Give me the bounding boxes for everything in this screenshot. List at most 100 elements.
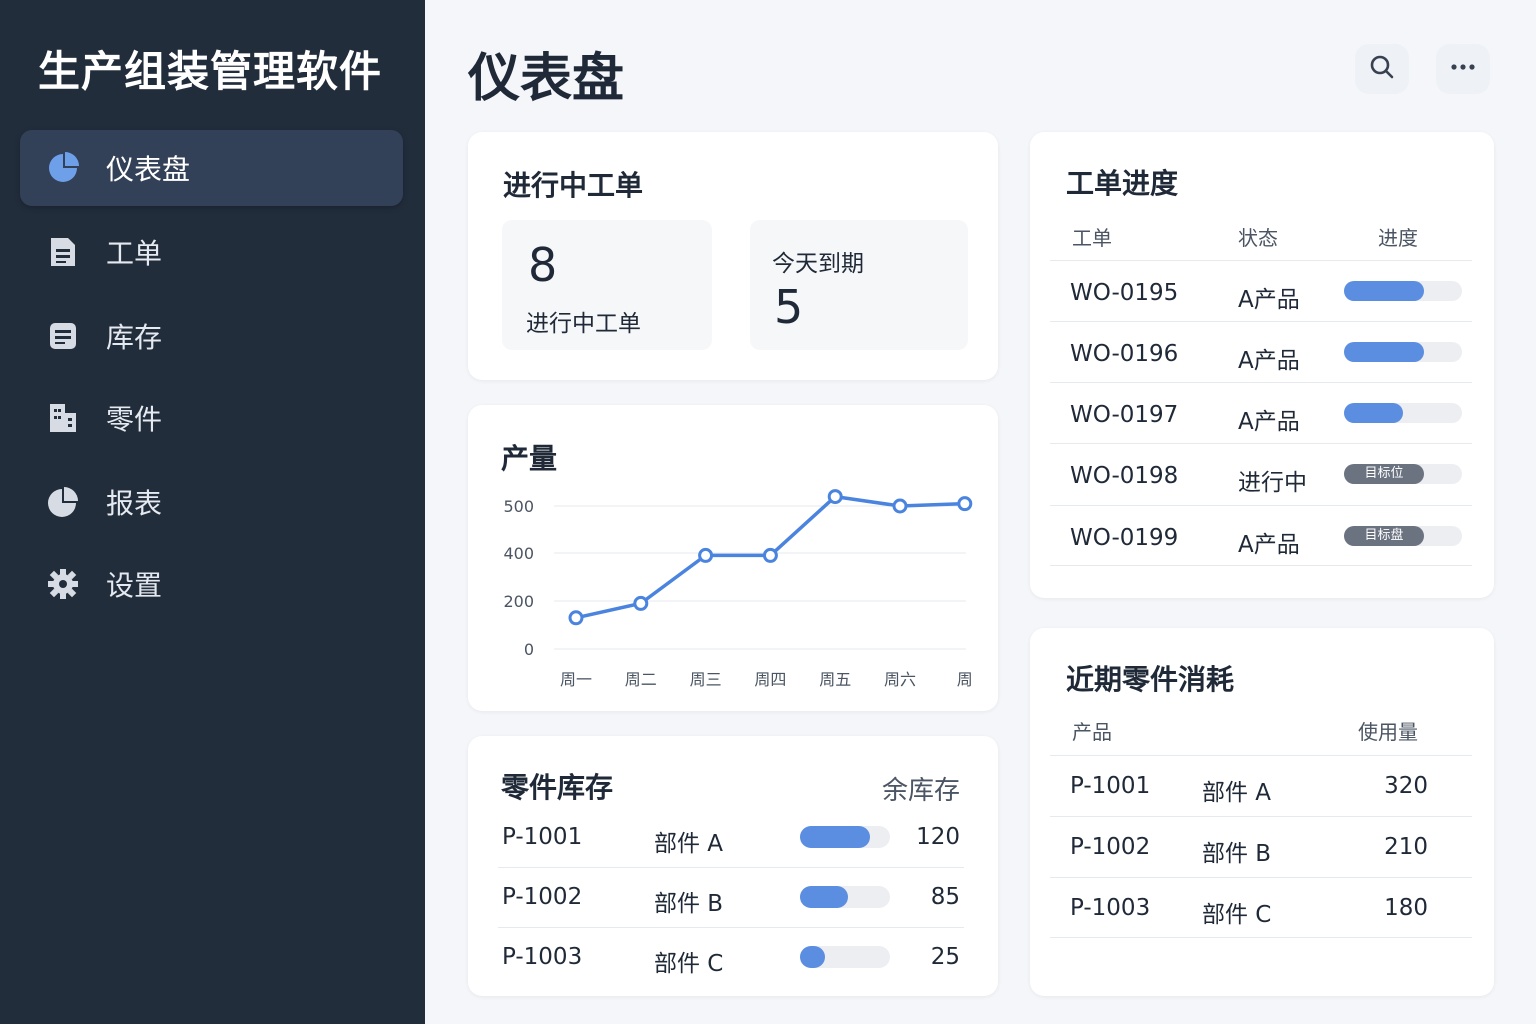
status-badge: 目标盘 [1344,526,1424,546]
more-button[interactable] [1436,44,1490,94]
work-orders-card: 进行中工单 8 进行中工单 今天到期 5 [468,132,998,380]
y-tick-label: 500 [503,497,534,516]
pie-chart-icon [46,151,80,185]
order-status: A产品 [1238,532,1300,558]
sidebar-item-label: 零件 [106,403,163,436]
more-icon [1449,53,1477,85]
part-name: 部件 C [1202,902,1272,928]
inventory-row[interactable]: P-1003 部件 C 25 [498,928,964,988]
due-today-label: 今天到期 [772,251,864,277]
part-id: P-1003 [502,944,583,970]
order-status: A产品 [1238,409,1300,435]
in-progress-count: 8 [528,238,558,292]
x-tick-label: 周四 [754,670,786,689]
part-name: 部件 C [654,951,724,977]
order-status: A产品 [1238,287,1300,313]
order-id: WO-0197 [1070,402,1179,428]
document-icon [46,235,80,269]
y-tick-label: 0 [524,640,534,659]
inventory-row[interactable]: P-1001 部件 A 120 [498,808,964,868]
column-header-order: 工单 [1072,226,1112,250]
usage-qty: 210 [1384,834,1428,860]
data-point [698,547,714,563]
part-name: 部件 B [1202,841,1272,867]
list-icon [46,319,80,353]
data-point [633,595,649,611]
usage-qty: 180 [1384,895,1428,921]
sidebar-item-label: 工单 [106,237,163,270]
data-point [827,489,843,505]
progress-bar: 目标盘 [1344,526,1462,546]
sidebar-item-work-orders[interactable]: 工单 [20,214,403,290]
report-pie-icon [46,485,80,519]
y-tick-label: 200 [503,592,534,611]
search-button[interactable] [1355,44,1409,94]
usage-qty: 320 [1384,773,1428,799]
card-title: 工单进度 [1066,167,1179,200]
data-point [892,498,908,514]
search-icon [1368,53,1396,85]
column-header-product: 产品 [1072,720,1112,744]
part-name: 部件 B [654,891,724,917]
column-header-progress: 进度 [1378,226,1418,250]
order-id: WO-0198 [1070,463,1179,489]
sidebar-item-label: 设置 [106,569,163,602]
order-status: A产品 [1238,348,1300,374]
part-id: P-1002 [502,884,583,910]
stock-bar-fill [800,886,848,908]
gear-icon [46,567,80,601]
order-id: WO-0195 [1070,280,1179,306]
card-title: 近期零件消耗 [1066,663,1235,696]
y-tick-label: 400 [503,544,534,563]
app-title: 生产组装管理软件 [38,47,383,96]
page-title: 仪表盘 [468,49,625,109]
table-row[interactable]: P-1001 部件 A 320 [1050,755,1472,816]
sidebar-item-inventory[interactable]: 库存 [20,298,403,374]
table-row[interactable]: P-1003 部件 C 180 [1050,877,1472,938]
card-title: 进行中工单 [503,169,644,202]
table-row[interactable]: WO-0196 A产品 [1050,321,1472,382]
table-row[interactable]: WO-0197 A产品 [1050,382,1472,443]
table-row[interactable]: P-1002 部件 B 210 [1050,816,1472,877]
data-point [762,547,778,563]
stock-qty: 120 [916,824,960,850]
data-point [568,610,584,626]
x-tick-label: 周一 [560,670,592,689]
stock-bar [800,946,890,968]
part-id: P-1003 [1070,895,1151,921]
column-header-status: 状态 [1238,226,1278,250]
due-today-stat[interactable]: 今天到期 5 [750,220,968,350]
progress-bar [1344,403,1462,423]
part-id: P-1002 [1070,834,1151,860]
order-status: 进行中 [1238,470,1307,496]
stock-bar [800,826,890,848]
sidebar-item-label: 仪表盘 [106,153,191,186]
remaining-stock-header: 余库存 [882,776,961,806]
stock-bar-fill [800,826,871,848]
order-id: WO-0196 [1070,341,1179,367]
sidebar-item-reports[interactable]: 报表 [20,464,403,540]
progress-bar-fill [1344,403,1403,423]
x-tick-label: 周六 [884,670,916,689]
progress-bar [1344,342,1462,362]
table-row[interactable]: WO-0195 A产品 [1050,260,1472,321]
x-tick-label: 周五 [819,670,851,689]
inventory-row[interactable]: P-1002 部件 B 85 [498,868,964,928]
column-header-usage: 使用量 [1358,720,1418,744]
order-id: WO-0199 [1070,525,1179,551]
sidebar-item-parts[interactable]: 零件 [20,380,403,456]
output-line-chart: 0 200 400 500 周一 周二 周三 周四 周五 周六 周 [503,489,973,689]
x-tick-label: 周 [957,670,973,689]
progress-bar: 目标位 [1344,464,1462,484]
part-name: 部件 A [654,831,724,857]
progress-bar-fill [1344,342,1425,362]
table-row[interactable]: WO-0198 进行中 目标位 [1050,443,1472,504]
status-badge: 目标位 [1344,464,1424,484]
in-progress-stat[interactable]: 8 进行中工单 [502,220,712,350]
stock-qty: 85 [930,884,960,910]
sidebar-item-dashboard[interactable]: 仪表盘 [20,130,403,206]
card-title: 零件库存 [501,771,614,804]
sidebar-item-settings[interactable]: 设置 [20,546,403,622]
table-row[interactable]: WO-0199 A产品 目标盘 [1050,505,1472,566]
stock-bar [800,886,890,908]
